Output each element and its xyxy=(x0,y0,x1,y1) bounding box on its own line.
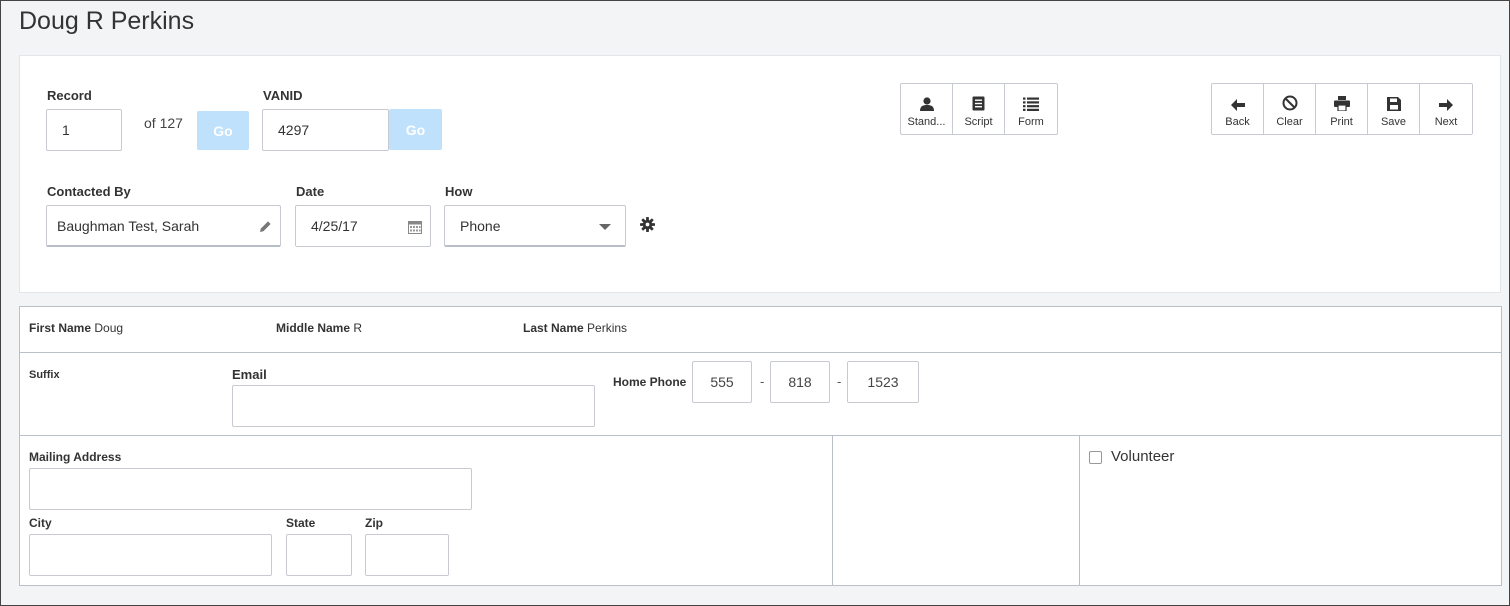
zip-label: Zip xyxy=(365,516,383,530)
column-divider xyxy=(1079,436,1080,585)
zip-input[interactable] xyxy=(365,534,449,576)
standard-view-label: Stand... xyxy=(907,116,946,128)
back-label: Back xyxy=(1225,116,1250,128)
gear-icon[interactable] xyxy=(640,217,655,232)
last-name-field: Last Name Perkins xyxy=(523,321,627,335)
clear-label: Clear xyxy=(1276,116,1303,128)
mailing-address-label: Mailing Address xyxy=(29,450,122,464)
save-label: Save xyxy=(1380,116,1407,128)
vanid-input[interactable]: 4297 xyxy=(262,109,389,151)
vanid-label: VANID xyxy=(263,88,303,103)
record-label: Record xyxy=(47,88,92,103)
suffix-label: Suffix xyxy=(29,369,60,381)
next-label: Next xyxy=(1434,116,1458,128)
volunteer-checkbox[interactable] xyxy=(1089,451,1102,464)
row-divider xyxy=(20,435,1501,436)
date-input[interactable]: 4/25/17 xyxy=(295,205,431,247)
email-label: Email xyxy=(232,367,267,382)
date-value: 4/25/17 xyxy=(311,218,358,234)
view-button-group: Stand... Script Form xyxy=(900,83,1058,135)
print-button[interactable]: Print xyxy=(1316,84,1368,134)
print-label: Print xyxy=(1330,116,1353,128)
clear-button[interactable]: Clear xyxy=(1264,84,1316,134)
form-view-label: Form xyxy=(1018,116,1044,128)
form-view-button[interactable]: Form xyxy=(1005,84,1057,134)
date-label: Date xyxy=(296,184,325,199)
state-input[interactable] xyxy=(286,534,352,576)
person-icon xyxy=(919,97,934,111)
standard-view-button[interactable]: Stand... xyxy=(901,84,953,134)
person-form: First Name Doug Middle Name R Last Name … xyxy=(19,306,1502,586)
last-name-label: Last Name xyxy=(523,321,584,335)
city-input[interactable] xyxy=(29,534,272,576)
contacted-by-label: Contacted By xyxy=(47,184,131,199)
floppy-icon xyxy=(1386,97,1401,111)
printer-icon xyxy=(1333,96,1350,111)
how-select[interactable]: Phone xyxy=(444,205,626,247)
phone-area-input[interactable]: 555 xyxy=(692,361,752,403)
record-go-button[interactable]: Go xyxy=(197,111,249,150)
how-label: How xyxy=(445,184,473,199)
record-input[interactable]: 1 xyxy=(46,109,122,151)
record-count: of 127 xyxy=(144,115,183,131)
row-divider xyxy=(20,352,1501,353)
middle-name-field: Middle Name R xyxy=(276,321,362,335)
volunteer-label: Volunteer xyxy=(1111,448,1175,465)
first-name-field: First Name Doug xyxy=(29,321,123,335)
list-icon xyxy=(1023,97,1039,111)
contacted-by-input[interactable]: Baughman Test, Sarah xyxy=(46,205,281,247)
first-name-value: Doug xyxy=(94,321,124,335)
phone-prefix-input[interactable]: 818 xyxy=(770,361,830,403)
nav-button-group: Back Clear Print Save Next xyxy=(1211,83,1473,135)
save-button[interactable]: Save xyxy=(1368,84,1420,134)
script-view-label: Script xyxy=(964,116,993,128)
home-phone-label: Home Phone xyxy=(613,375,687,389)
calendar-icon[interactable] xyxy=(408,220,422,234)
city-label: City xyxy=(29,516,52,530)
script-view-button[interactable]: Script xyxy=(953,84,1005,134)
back-button[interactable]: Back xyxy=(1212,84,1264,134)
contact-panel: Record 1 of 127 Go VANID 4297 Go Stand..… xyxy=(19,55,1501,293)
arrow-right-icon xyxy=(1439,99,1453,111)
next-button[interactable]: Next xyxy=(1420,84,1472,134)
caret-down-icon xyxy=(599,224,611,230)
mailing-address-input[interactable] xyxy=(29,468,472,510)
email-input[interactable] xyxy=(232,385,595,427)
page-title: Doug R Perkins xyxy=(19,7,195,35)
how-value: Phone xyxy=(460,217,501,234)
middle-name-label: Middle Name xyxy=(276,321,351,335)
first-name-label: First Name xyxy=(29,321,92,335)
column-divider xyxy=(832,436,833,585)
contacted-by-value: Baughman Test, Sarah xyxy=(57,217,200,234)
vanid-go-button[interactable]: Go xyxy=(389,109,442,150)
ban-icon xyxy=(1282,95,1297,111)
phone-separator: - xyxy=(837,374,842,389)
script-icon xyxy=(972,96,985,111)
middle-name-value: R xyxy=(353,321,363,335)
pencil-icon[interactable] xyxy=(259,220,272,233)
arrow-left-icon xyxy=(1230,99,1245,111)
phone-line-input[interactable]: 1523 xyxy=(847,361,919,403)
last-name-value: Perkins xyxy=(587,321,628,335)
phone-separator: - xyxy=(760,374,765,389)
state-label: State xyxy=(286,516,316,530)
